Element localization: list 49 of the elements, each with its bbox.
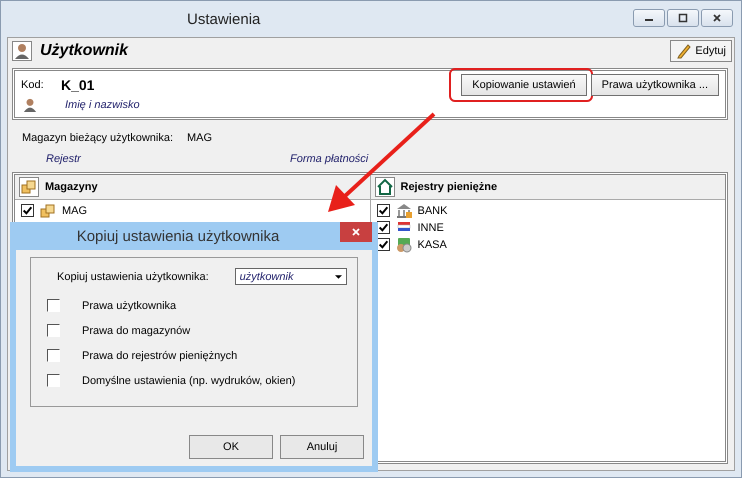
close-button[interactable] (340, 222, 372, 242)
column-title: Rejestry pieniężne (400, 181, 498, 193)
coins-icon (396, 236, 412, 252)
code-field[interactable]: K_01 (61, 77, 462, 93)
boxes-icon (19, 177, 39, 197)
user-dropdown[interactable]: użytkownik (234, 268, 347, 285)
dialog-title: Kopiuj ustawienia użytkownika (76, 228, 280, 244)
checkbox[interactable] (376, 204, 390, 217)
checkbox[interactable] (47, 374, 60, 387)
maximize-icon (678, 13, 688, 23)
checkbox[interactable] (21, 204, 34, 217)
option-label: Prawa użytkownika (82, 300, 176, 312)
input-field[interactable]: Forma płatności (288, 148, 492, 170)
option-label: Prawa do magazynów (82, 324, 190, 336)
dialog-button[interactable]: OK (189, 435, 273, 459)
bank-icon (396, 202, 412, 218)
close-icon (351, 227, 361, 237)
dropdown-arrow-icon (335, 274, 342, 278)
action-button[interactable]: Prawa użytkownika ... (590, 74, 719, 96)
user-icon (12, 41, 32, 61)
list-item[interactable]: MAG (62, 204, 88, 216)
section-title: Użytkownik (40, 42, 130, 60)
list-item[interactable]: INNE (418, 222, 444, 234)
house-icon (374, 177, 394, 197)
name-field[interactable]: Imię i nazwisko (47, 99, 215, 111)
minimize-button[interactable] (633, 9, 665, 27)
checkbox[interactable] (47, 299, 60, 312)
list-item[interactable]: KASA (418, 238, 447, 250)
close-icon (712, 13, 722, 23)
list-item[interactable]: BANK (418, 204, 448, 216)
warehouse-field[interactable]: MAG (187, 132, 248, 144)
source-label: Kopiuj ustawienia użytkownika: (57, 270, 209, 282)
input-field[interactable]: Rejestr (44, 148, 248, 170)
column-title: Magazyny (45, 181, 98, 193)
option-label: Prawa do rejestrów pieniężnych (82, 350, 238, 362)
warehouse-label: Magazyn bieżący użytkownika: (22, 132, 174, 144)
boxes-icon (40, 202, 56, 218)
person-icon (23, 98, 37, 112)
pencil-icon (676, 43, 692, 59)
edit-button[interactable]: Edytuj (670, 40, 732, 62)
action-button[interactable]: Kopiowanie ustawień (461, 74, 587, 96)
close-button[interactable] (701, 9, 733, 27)
window-title: Ustawienia (186, 10, 262, 28)
code-label: Kod: (21, 79, 45, 91)
checkbox[interactable] (47, 324, 60, 337)
dialog-button[interactable]: Anuluj (280, 435, 364, 459)
maximize-button[interactable] (667, 9, 699, 27)
checkbox[interactable] (47, 349, 60, 362)
option-label: Domyślne ustawienia (np. wydruków, okien) (82, 374, 296, 386)
